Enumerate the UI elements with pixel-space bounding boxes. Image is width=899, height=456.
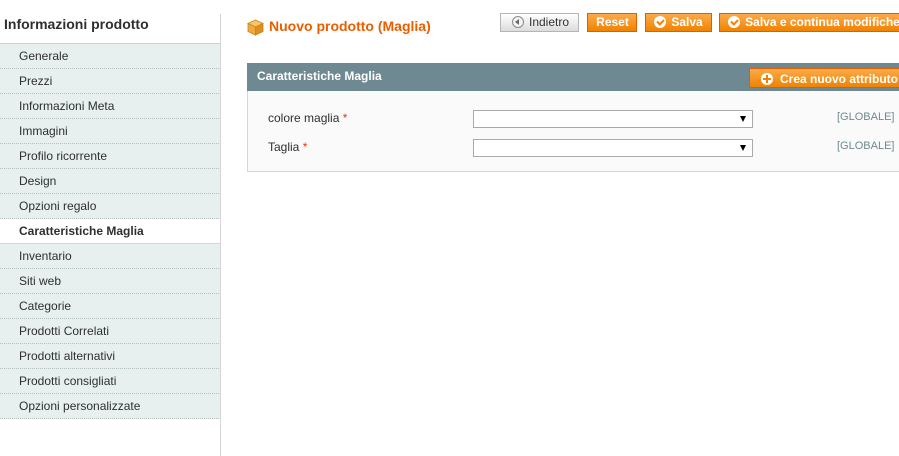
tab-caratteristiche-maglia[interactable]: Caratteristiche Maglia: [0, 219, 221, 244]
package-icon: [247, 19, 264, 36]
tab-prezzi[interactable]: Prezzi: [0, 69, 221, 94]
tab-categorie[interactable]: Categorie: [0, 294, 221, 319]
fieldset-header: Caratteristiche Maglia Crea nuovo attrib…: [247, 63, 899, 91]
tab-opzioni-regalo[interactable]: Opzioni regalo: [0, 194, 221, 219]
back-button[interactable]: Indietro: [500, 13, 579, 32]
product-tabs: Generale Prezzi Informazioni Meta Immagi…: [0, 43, 221, 419]
fieldset-body: colore maglia * [GLOBALE] Taglia * [GLOB…: [247, 91, 899, 172]
colore-maglia-label-text: colore maglia: [268, 111, 340, 125]
tab-inventario[interactable]: Inventario: [0, 244, 221, 269]
create-attribute-label: Crea nuovo attributo: [779, 72, 898, 86]
tab-siti-web[interactable]: Siti web: [0, 269, 221, 294]
save-and-continue-button[interactable]: Salva e continua modifiche: [719, 13, 899, 32]
save-button-label: Salva: [671, 15, 703, 29]
required-mark: *: [342, 111, 348, 125]
field-row-colore-maglia: colore maglia * [GLOBALE]: [248, 109, 899, 129]
dropdown-arrow-icon: [740, 145, 746, 151]
tab-design[interactable]: Design: [0, 169, 221, 194]
taglia-label-text: Taglia: [268, 140, 300, 154]
tab-opzioni-personalizzate[interactable]: Opzioni personalizzate: [0, 394, 221, 419]
taglia-label: Taglia *: [268, 140, 307, 154]
tab-informazioni-meta[interactable]: Informazioni Meta: [0, 94, 221, 119]
check-icon: [654, 16, 667, 28]
page-title: Nuovo prodotto (Maglia): [269, 18, 431, 34]
dropdown-arrow-icon: [740, 116, 746, 122]
colore-maglia-label: colore maglia *: [268, 111, 347, 125]
scope-label: [GLOBALE]: [837, 111, 895, 123]
tab-immagini[interactable]: Immagini: [0, 119, 221, 144]
reset-button[interactable]: Reset: [587, 13, 637, 32]
back-arrow-icon: [511, 16, 524, 28]
check-icon: [728, 16, 741, 28]
sidebar-divider: [220, 14, 221, 456]
save-and-continue-label: Salva e continua modifiche: [745, 15, 899, 29]
create-attribute-button[interactable]: Crea nuovo attributo: [749, 68, 899, 88]
tab-generale[interactable]: Generale: [0, 44, 221, 69]
back-button-label: Indietro: [528, 15, 570, 29]
fieldset-title: Caratteristiche Maglia: [257, 69, 382, 83]
tab-prodotti-alternativi[interactable]: Prodotti alternativi: [0, 344, 221, 369]
save-button[interactable]: Salva: [645, 13, 712, 32]
tab-prodotti-correlati[interactable]: Prodotti Correlati: [0, 319, 221, 344]
required-mark: *: [302, 140, 308, 154]
plus-icon: [760, 73, 773, 85]
field-row-taglia: Taglia * [GLOBALE]: [248, 138, 899, 158]
taglia-select[interactable]: [473, 139, 753, 157]
scope-label: [GLOBALE]: [837, 140, 895, 152]
sidebar: Informazioni prodotto Generale Prezzi In…: [0, 0, 222, 456]
sidebar-title: Informazioni prodotto: [4, 16, 149, 32]
colore-maglia-select[interactable]: [473, 110, 753, 128]
tab-prodotti-consigliati[interactable]: Prodotti consigliati: [0, 369, 221, 394]
tab-profilo-ricorrente[interactable]: Profilo ricorrente: [0, 144, 221, 169]
